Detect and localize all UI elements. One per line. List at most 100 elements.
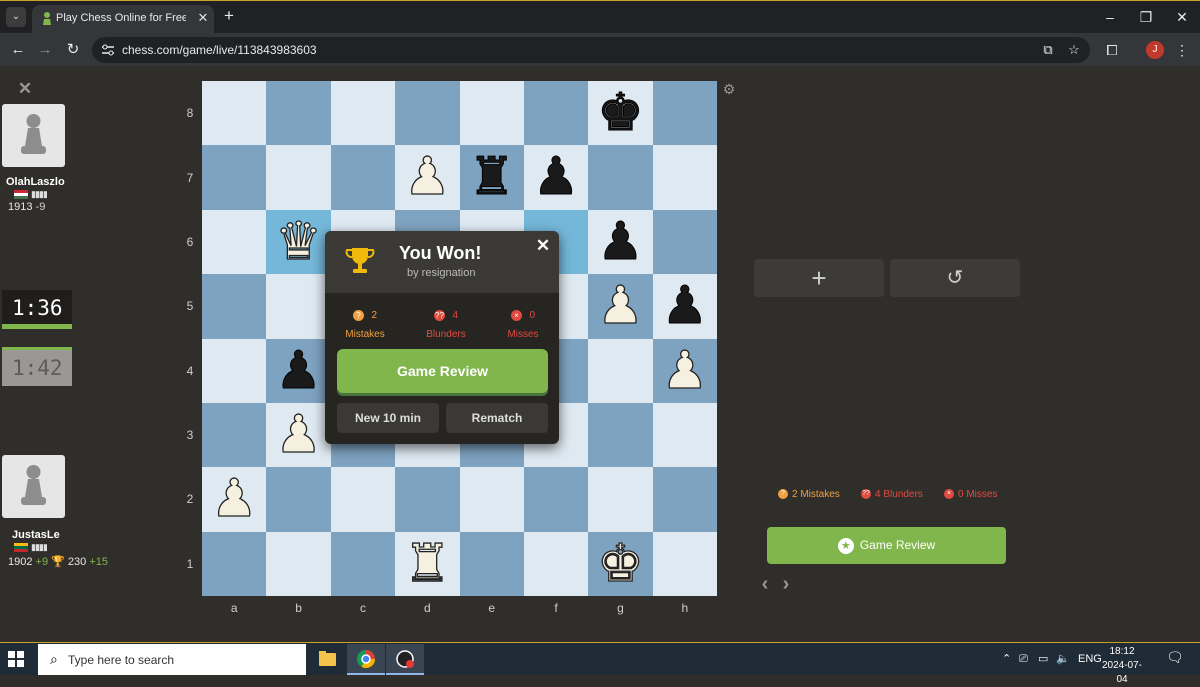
square-b1[interactable] — [266, 531, 331, 596]
clock-tray[interactable]: 18:12 2024-07-04 — [1100, 645, 1144, 687]
browser-chrome: ⌄ Play Chess Online for Free with ✕ + – … — [0, 0, 1200, 67]
sidebar-game-review-button[interactable]: ★ Game Review — [767, 527, 1006, 564]
rating-delta: -9 — [35, 201, 46, 213]
battery-icon[interactable]: ▭ — [1038, 652, 1048, 666]
black-pawn-g6[interactable]: ♟ — [588, 210, 652, 274]
browser-tab[interactable]: Play Chess Online for Free with ✕ — [32, 5, 214, 33]
install-app-icon[interactable]: ⧉ — [1040, 42, 1056, 58]
reload-button[interactable]: ↻ — [63, 40, 83, 60]
square-a5[interactable] — [202, 274, 267, 339]
file-explorer-icon[interactable] — [308, 644, 346, 675]
square-f2[interactable] — [523, 467, 589, 532]
close-window-button[interactable]: ✕ — [1172, 7, 1192, 27]
square-e2[interactable] — [459, 467, 524, 532]
tab-close-icon[interactable]: ✕ — [196, 11, 210, 25]
close-icon[interactable]: ✕ — [16, 80, 34, 98]
square-f1[interactable] — [523, 531, 589, 596]
white-pawn-a2[interactable]: ♟ — [202, 467, 266, 531]
extensions-icon[interactable]: ⧠ — [1102, 40, 1122, 60]
white-pawn-b3[interactable]: ♟ — [266, 403, 330, 467]
black-pawn-h5[interactable]: ♟ — [653, 274, 717, 338]
address-bar[interactable]: chess.com/game/live/113843983603 ⧉ ☆ — [92, 37, 1090, 63]
game-review-button[interactable]: Game Review — [337, 349, 548, 393]
square-h6[interactable] — [652, 209, 717, 275]
bookmark-star-icon[interactable]: ☆ — [1066, 42, 1082, 58]
forward-button[interactable]: → — [35, 40, 55, 60]
notifications-icon[interactable]: 🗨 — [1166, 650, 1184, 664]
tab-search-button[interactable]: ⌄ — [6, 7, 26, 27]
back-button[interactable]: ← — [8, 40, 28, 60]
show-hidden-icons-icon[interactable]: ⌃ — [1002, 652, 1011, 666]
display-icon[interactable]: ⎚ — [1019, 652, 1028, 666]
next-move-icon[interactable]: › — [778, 574, 794, 594]
new-game-plus-button[interactable]: + — [754, 259, 884, 297]
square-c2[interactable] — [330, 467, 396, 532]
square-h8[interactable] — [652, 81, 717, 146]
trophy-icon — [345, 248, 375, 273]
square-b8[interactable] — [266, 81, 331, 146]
square-b2[interactable] — [266, 467, 331, 532]
new-game-button[interactable]: New 10 min — [337, 403, 439, 433]
white-king-g1[interactable]: ♚ — [588, 532, 652, 596]
square-f8[interactable] — [523, 81, 589, 146]
profile-avatar[interactable]: J — [1146, 41, 1164, 59]
square-e1[interactable] — [459, 531, 524, 596]
windows-start-icon[interactable] — [8, 651, 24, 667]
square-h3[interactable] — [652, 402, 717, 468]
square-a3[interactable] — [202, 402, 267, 468]
rematch-button[interactable]: Rematch — [446, 403, 548, 433]
square-a8[interactable] — [202, 81, 267, 146]
white-rook-d1[interactable]: ♜ — [395, 532, 459, 596]
square-a1[interactable] — [202, 531, 267, 596]
player-bottom-avatar[interactable] — [2, 455, 65, 518]
white-pawn-d7[interactable]: ♟ — [395, 145, 459, 209]
chrome-taskbar-icon[interactable] — [347, 644, 385, 675]
browser-menu-icon[interactable]: ⋮ — [1172, 40, 1192, 60]
black-pawn-f7[interactable]: ♟ — [524, 145, 588, 209]
modal-close-icon[interactable]: ✕ — [535, 237, 551, 254]
board-settings-gear-icon[interactable]: ⚙ — [722, 82, 736, 96]
square-g2[interactable] — [588, 467, 653, 532]
square-c7[interactable] — [330, 145, 396, 210]
player-top-name[interactable]: OlahLaszlo — [6, 176, 65, 188]
square-a4[interactable] — [202, 338, 267, 403]
volume-icon[interactable]: 🔈 — [1056, 652, 1070, 666]
new-tab-button[interactable]: + — [220, 7, 238, 25]
square-d8[interactable] — [395, 81, 460, 146]
white-queen-b6[interactable]: ♛ — [266, 210, 330, 274]
player-top-avatar[interactable] — [2, 104, 65, 167]
square-d2[interactable] — [395, 467, 460, 532]
taskbar-search[interactable]: ⌕ Type here to search — [38, 644, 306, 675]
square-b7[interactable] — [266, 145, 331, 210]
stat-mistakes: ? 2 Mistakes — [335, 307, 395, 340]
previous-move-icon[interactable]: ‹ — [757, 574, 773, 594]
black-rook-e7[interactable]: ♜ — [460, 145, 524, 209]
square-g7[interactable] — [588, 145, 653, 210]
square-c8[interactable] — [330, 81, 396, 146]
search-placeholder: Type here to search — [68, 653, 175, 667]
language-indicator[interactable]: ENG — [1078, 652, 1102, 666]
square-h7[interactable] — [652, 145, 717, 210]
restore-button[interactable]: ❐ — [1136, 7, 1156, 27]
square-b5[interactable] — [266, 274, 331, 339]
square-g4[interactable] — [588, 338, 653, 403]
white-pawn-g5[interactable]: ♟ — [588, 274, 652, 338]
square-a6[interactable] — [202, 209, 267, 275]
player-bottom-name[interactable]: JustasLe — [12, 529, 60, 541]
black-pawn-b4[interactable]: ♟ — [266, 339, 330, 403]
site-info-icon[interactable] — [100, 42, 116, 58]
black-king-g8[interactable]: ♚ — [588, 81, 652, 145]
square-g3[interactable] — [588, 402, 653, 468]
file-label-h: h — [681, 601, 689, 615]
screen-recorder-icon[interactable] — [386, 644, 424, 675]
minimize-button[interactable]: – — [1100, 7, 1120, 27]
square-e8[interactable] — [459, 81, 524, 146]
summary-blunders: ?? 4 Blunders — [861, 489, 923, 500]
square-h2[interactable] — [652, 467, 717, 532]
white-pawn-h4[interactable]: ♟ — [653, 339, 717, 403]
square-c1[interactable] — [330, 531, 396, 596]
square-h1[interactable] — [652, 531, 717, 596]
rematch-refresh-button[interactable]: ↺ — [890, 259, 1020, 297]
chess-app: ✕ OlahLaszlo ▮▮▮▮ 1913 -9 1:36 1:42 Just… — [0, 66, 1200, 642]
square-a7[interactable] — [202, 145, 267, 210]
